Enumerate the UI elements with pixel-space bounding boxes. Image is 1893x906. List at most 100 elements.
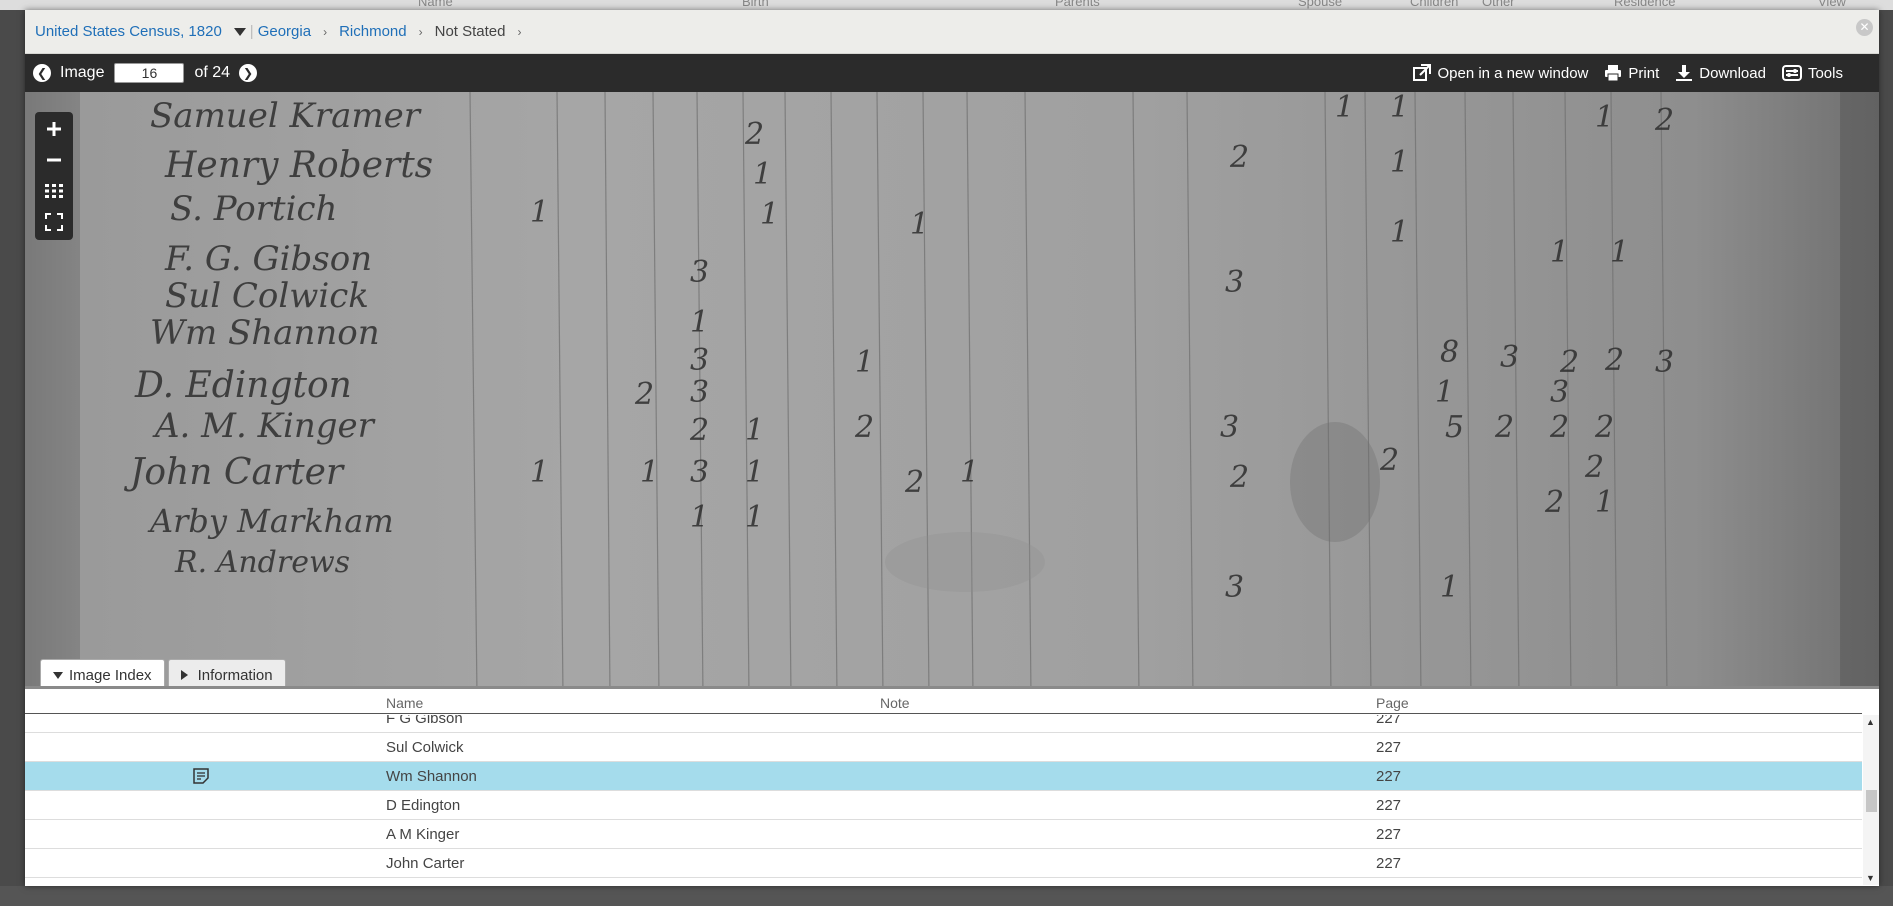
svg-text:2: 2 <box>904 465 924 500</box>
census-image-viewer[interactable]: Samuel Kramer Henry Roberts S. Portich F… <box>25 92 1879 696</box>
table-row[interactable]: F G Gibson 227 <box>25 715 1862 733</box>
minus-icon <box>47 158 61 162</box>
row-page: 227 <box>1376 739 1402 756</box>
svg-text:Samuel Kramer: Samuel Kramer <box>150 96 422 136</box>
breadcrumb-item-not-stated[interactable]: Not Stated <box>435 23 506 40</box>
svg-text:F. G. Gibson: F. G. Gibson <box>164 239 372 279</box>
zoom-out-button[interactable] <box>35 145 73 175</box>
svg-text:R. Andrews: R. Andrews <box>174 545 350 580</box>
svg-text:1: 1 <box>1610 235 1629 270</box>
previous-image-button[interactable]: ❮ <box>33 64 51 82</box>
download-icon <box>1676 65 1693 81</box>
column-header-page[interactable]: Page <box>1376 695 1409 711</box>
row-name: Sul Colwick <box>386 739 464 756</box>
grid-icon <box>45 184 63 198</box>
svg-text:2: 2 <box>689 413 709 448</box>
fullscreen-button[interactable] <box>35 207 73 237</box>
zoom-in-button[interactable] <box>35 114 73 144</box>
svg-text:3: 3 <box>1500 340 1519 375</box>
svg-text:3: 3 <box>690 255 709 290</box>
svg-text:3: 3 <box>690 343 709 378</box>
close-icon[interactable]: ✕ <box>1856 19 1873 36</box>
scroll-up-icon[interactable]: ▲ <box>1866 717 1875 727</box>
svg-text:Arby Markham: Arby Markham <box>147 502 394 540</box>
svg-text:2: 2 <box>1654 103 1674 138</box>
svg-text:1: 1 <box>753 157 772 192</box>
svg-text:1: 1 <box>1390 145 1409 180</box>
svg-text:1: 1 <box>745 455 764 490</box>
tab-information-label: Information <box>197 666 273 684</box>
download-button[interactable]: Download <box>1675 64 1766 82</box>
svg-text:Sul Colwick: Sul Colwick <box>165 276 369 316</box>
table-row[interactable]: A M Kinger 227 <box>25 820 1862 849</box>
svg-text:Henry Roberts: Henry Roberts <box>164 145 433 186</box>
svg-text:1: 1 <box>1595 100 1614 135</box>
svg-text:1: 1 <box>690 500 709 535</box>
caret-down-icon <box>53 671 63 679</box>
open-new-window-button[interactable]: Open in a new window <box>1413 64 1588 82</box>
svg-text:2: 2 <box>1549 410 1569 445</box>
tab-image-index-label: Image Index <box>69 666 152 684</box>
index-scrollbar[interactable]: ▲ ▼ <box>1863 715 1879 885</box>
background-table-header: Name Birth Parents Spouse Children Other… <box>0 0 1893 10</box>
row-name: D Edington <box>386 797 461 814</box>
image-viewer-modal: United States Census, 1820 | Georgia › R… <box>25 10 1879 886</box>
svg-text:1: 1 <box>1390 215 1409 250</box>
svg-text:2: 2 <box>1594 410 1614 445</box>
index-table-body: F G Gibson 227 Sul Colwick 227 Wm Shanno… <box>25 715 1862 885</box>
row-page: 227 <box>1376 768 1402 785</box>
svg-text:1: 1 <box>530 455 549 490</box>
breadcrumb-item-georgia[interactable]: Georgia <box>258 23 311 40</box>
svg-text:1: 1 <box>960 455 979 490</box>
svg-text:John Carter: John Carter <box>123 452 345 493</box>
fullscreen-icon <box>45 213 63 231</box>
plus-icon <box>47 122 61 136</box>
table-row[interactable]: Sul Colwick 227 <box>25 733 1862 762</box>
scroll-thumb[interactable] <box>1866 790 1877 812</box>
table-row[interactable]: John Carter 227 <box>25 849 1862 878</box>
svg-text:3: 3 <box>1655 345 1674 380</box>
svg-text:3: 3 <box>1220 410 1239 445</box>
scroll-down-icon[interactable]: ▼ <box>1866 873 1875 883</box>
row-page: 227 <box>1376 826 1402 843</box>
bg-col-spouse: Spouse <box>1298 0 1343 9</box>
image-total-label: of 24 <box>194 64 231 81</box>
svg-text:2: 2 <box>1604 343 1624 378</box>
svg-text:2: 2 <box>854 410 874 445</box>
svg-text:1: 1 <box>1440 570 1459 605</box>
svg-text:2: 2 <box>744 117 764 152</box>
svg-text:3: 3 <box>1550 375 1569 410</box>
svg-text:1: 1 <box>690 305 709 340</box>
census-page-image: Samuel Kramer Henry Roberts S. Portich F… <box>25 92 1879 696</box>
bg-col-view: View <box>1818 0 1846 9</box>
thumbnail-grid-button[interactable] <box>35 176 73 206</box>
external-window-icon <box>1413 64 1432 81</box>
table-row-selected[interactable]: Wm Shannon 227 <box>25 762 1862 791</box>
printer-icon <box>1605 65 1622 82</box>
svg-text:3: 3 <box>1225 265 1244 300</box>
svg-text:1: 1 <box>1435 375 1454 410</box>
note-icon[interactable] <box>193 768 209 784</box>
image-label: Image <box>60 64 105 81</box>
row-name: F G Gibson <box>386 715 463 727</box>
chevron-right-icon: › <box>418 24 423 39</box>
image-number-input[interactable] <box>114 63 185 83</box>
svg-text:8: 8 <box>1440 335 1459 370</box>
collection-dropdown-icon[interactable] <box>233 27 246 36</box>
column-header-note[interactable]: Note <box>880 695 910 711</box>
svg-text:3: 3 <box>690 455 709 490</box>
chevron-right-icon[interactable]: › <box>518 25 522 39</box>
table-row[interactable]: D Edington 227 <box>25 791 1862 820</box>
bg-col-children: Children <box>1410 0 1459 9</box>
bg-col-other: Other <box>1482 0 1515 9</box>
image-index-panel: Name Note Page F G Gibson 227 Sul Colwic… <box>25 686 1879 886</box>
breadcrumb-collection-link[interactable]: United States Census, 1820 <box>35 23 222 40</box>
print-button[interactable]: Print <box>1604 64 1659 82</box>
svg-text:1: 1 <box>640 455 659 490</box>
svg-text:1: 1 <box>1335 92 1354 125</box>
next-image-button[interactable]: ❯ <box>239 64 258 82</box>
row-name: John Carter <box>386 855 465 872</box>
breadcrumb-item-richmond[interactable]: Richmond <box>339 23 407 40</box>
column-header-name[interactable]: Name <box>386 695 423 711</box>
tools-button[interactable]: Tools <box>1781 64 1843 82</box>
